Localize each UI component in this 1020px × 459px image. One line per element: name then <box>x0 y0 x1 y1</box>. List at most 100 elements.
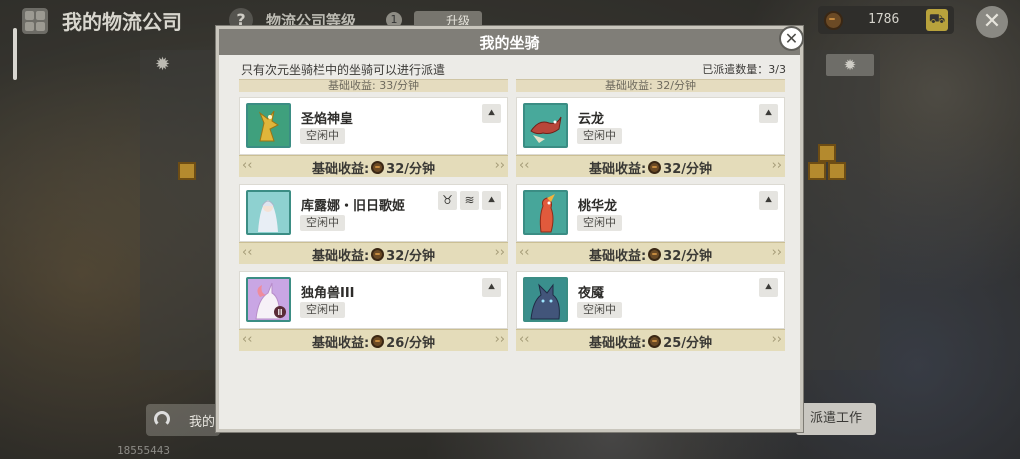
coin-icon <box>371 161 385 174</box>
chevron-right-icon: ›› <box>494 158 505 173</box>
income-bar: ‹‹ 基础收益: 32/分钟 ›› <box>516 242 785 264</box>
income-label: 基础收益: <box>588 336 647 351</box>
mount-status: 空闲中 <box>300 215 345 231</box>
mount-list[interactable]: 基础收益: 33/分钟 基础收益: 32/分钟 圣焰神皇 空闲中 ⯅ ‹‹ 基础… <box>239 79 787 406</box>
income-label: 基础收益: <box>311 162 370 177</box>
scroll-indicator <box>13 28 17 80</box>
wing-icon[interactable]: ⯅ <box>482 278 501 297</box>
coin-icon <box>824 11 843 30</box>
mount-status: 空闲中 <box>577 215 622 231</box>
income-value: 32/分钟 <box>386 249 436 264</box>
loading-ring-icon <box>154 411 170 427</box>
mount-status: 空闲中 <box>300 302 345 318</box>
mount-card-body: 库露娜・旧日歌姬 空闲中 ♉ ≋ ⯅ <box>239 184 508 242</box>
dispatch-work-button[interactable]: 派遣工作 <box>796 403 876 435</box>
bull-icon[interactable]: ♉ <box>438 191 457 210</box>
income-bar: ‹‹ 基础收益: 25/分钟 ›› <box>516 329 785 351</box>
chevron-right-icon: ›› <box>494 245 505 260</box>
dispatch-count: 已派遣数量：3/3 <box>702 61 786 77</box>
mount-card-body: Ⅲ 独角兽III 空闲中 ⯅ <box>239 271 508 329</box>
income-bar: ‹‹ 基础收益: 32/分钟 ›› <box>239 242 508 264</box>
income-label: 基础收益: <box>588 162 647 177</box>
income-bar: ‹‹ 基础收益: 26/分钟 ›› <box>239 329 508 351</box>
income-label: 基础收益: <box>588 249 647 264</box>
chevron-right-icon: ›› <box>771 245 782 260</box>
mount-status: 空闲中 <box>577 302 622 318</box>
dialog-close-button[interactable]: ✕ <box>779 26 804 51</box>
chevron-right-icon: ›› <box>771 158 782 173</box>
wing-icon[interactable]: ⯅ <box>759 191 778 210</box>
gear-icon[interactable]: ✹ <box>155 54 177 76</box>
mount-card-yeyan[interactable]: 夜魇 空闲中 ⯅ ‹‹ 基础收益: 25/分钟 ›› <box>516 271 785 353</box>
chevron-right-icon: ›› <box>771 332 782 347</box>
wing-icon[interactable]: ⯅ <box>482 104 501 123</box>
wing-icon[interactable]: ⯅ <box>759 278 778 297</box>
mount-card-taohualong[interactable]: 桃华龙 空闲中 ⯅ ‹‹ 基础收益: 32/分钟 ›› <box>516 184 785 266</box>
mount-card-body: 云龙 空闲中 ⯅ <box>516 97 785 155</box>
dialog-header: 我的坐骑 <box>219 29 800 55</box>
income-value: 32/分钟 <box>386 162 436 177</box>
partial-income-strip: 基础收益: 32/分钟 <box>516 79 785 92</box>
mount-name: 库露娜・旧日歌姬 <box>301 199 406 214</box>
my-mounts-dialog: 我的坐骑 ✕ 只有次元坐骑栏中的坐骑可以进行派遣 已派遣数量：3/3 基础收益:… <box>216 26 804 432</box>
dispatch-notice: 只有次元坐骑栏中的坐骑可以进行派遣 <box>241 63 446 77</box>
mount-name: 夜魇 <box>578 286 605 301</box>
dialog-title: 我的坐骑 <box>479 34 540 52</box>
income-value: 32/分钟 <box>663 162 713 177</box>
mount-name: 桃华龙 <box>578 199 618 214</box>
mount-portrait <box>523 190 568 235</box>
company-title: 我的物流公司 <box>62 10 182 34</box>
mount-portrait: Ⅲ <box>246 277 291 322</box>
mount-card-body: 夜魇 空闲中 ⯅ <box>516 271 785 329</box>
mount-card-body: 圣焰神皇 空闲中 ⯅ <box>239 97 508 155</box>
mount-portrait <box>246 103 291 148</box>
crate-icon <box>808 162 826 180</box>
coin-icon <box>648 248 662 261</box>
mount-name: 独角兽III <box>301 286 355 301</box>
wave-icon[interactable]: ≋ <box>460 191 479 210</box>
mount-name: 云龙 <box>578 112 605 127</box>
income-bar: ‹‹ 基础收益: 32/分钟 ›› <box>516 155 785 177</box>
mount-portrait <box>246 190 291 235</box>
income-value: 26/分钟 <box>386 336 436 351</box>
mount-card-yunlong[interactable]: 云龙 空闲中 ⯅ ‹‹ 基础收益: 32/分钟 ›› <box>516 97 785 179</box>
mount-card-kuluna[interactable]: 库露娜・旧日歌姬 空闲中 ♉ ≋ ⯅ ‹‹ 基础收益: 32/分钟 ›› <box>239 184 508 266</box>
chevron-right-icon: ›› <box>494 332 505 347</box>
crate-icon <box>178 162 196 180</box>
income-value: 25/分钟 <box>663 336 713 351</box>
coin-icon <box>648 161 662 174</box>
mount-name: 圣焰神皇 <box>301 112 354 127</box>
coin-icon <box>371 335 385 348</box>
mount-status: 空闲中 <box>300 128 345 144</box>
dispatch-count-value: 3/3 <box>768 63 786 76</box>
mount-status: 空闲中 <box>577 128 622 144</box>
background-panel-right <box>800 50 880 370</box>
income-label: 基础收益: <box>311 249 370 264</box>
coin-icon <box>371 248 385 261</box>
crate-icon <box>828 162 846 180</box>
wing-icon[interactable]: ⯅ <box>759 104 778 123</box>
shop-cart-icon[interactable]: ⛟ <box>926 9 948 31</box>
mount-card-dujiaoshou[interactable]: Ⅲ 独角兽III 空闲中 ⯅ ‹‹ 基础收益: 26/分钟 ›› <box>239 271 508 353</box>
settings-gear-icon[interactable]: ✹ <box>826 54 874 76</box>
player-id: 18555443 <box>117 444 170 457</box>
crate-icon <box>818 144 836 162</box>
main-close-button[interactable]: ✕ <box>976 6 1008 38</box>
coin-value: 1786 <box>868 12 900 27</box>
svg-text:Ⅲ: Ⅲ <box>277 308 283 317</box>
dispatch-count-label: 已派遣数量： <box>702 63 769 76</box>
income-label: 基础收益: <box>311 336 370 351</box>
coin-balance: 1786 ⛟ <box>818 6 954 34</box>
company-grid-icon[interactable] <box>22 8 48 34</box>
mount-portrait <box>523 103 568 148</box>
wing-icon[interactable]: ⯅ <box>482 191 501 210</box>
income-bar: ‹‹ 基础收益: 32/分钟 ›› <box>239 155 508 177</box>
partial-income-strip: 基础收益: 33/分钟 <box>239 79 508 92</box>
mount-portrait <box>523 277 568 322</box>
my-label: 我的 <box>189 415 216 430</box>
mount-card-body: 桃华龙 空闲中 ⯅ <box>516 184 785 242</box>
background-panel-left <box>140 50 220 370</box>
coin-icon <box>648 335 662 348</box>
mount-card-shengyanshenhuang[interactable]: 圣焰神皇 空闲中 ⯅ ‹‹ 基础收益: 32/分钟 ›› <box>239 97 508 179</box>
income-value: 32/分钟 <box>663 249 713 264</box>
